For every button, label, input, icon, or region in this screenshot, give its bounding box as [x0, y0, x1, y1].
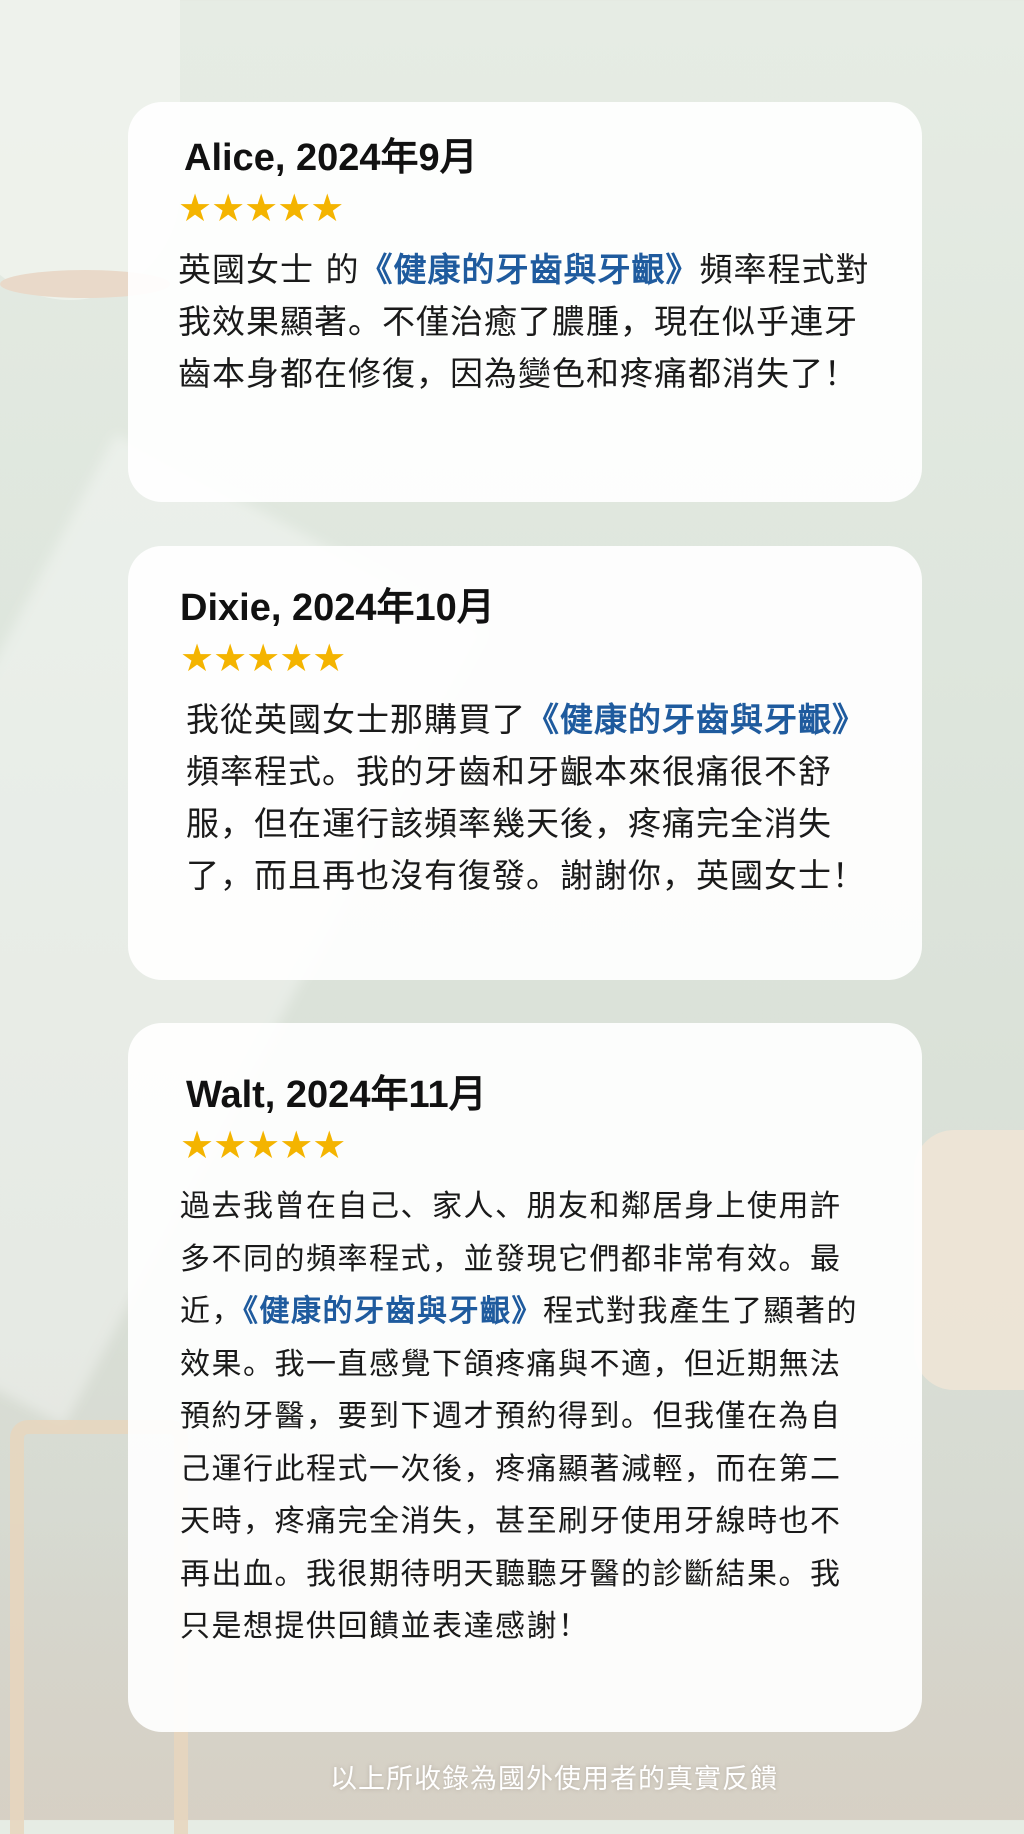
product-name: 《健康的牙齒與牙齦》 — [359, 250, 700, 289]
review-text: 英國女士 的《健康的牙齒與牙齦》頻率程式對我效果顯著。不僅治癒了膿腫，現在似乎連… — [178, 244, 872, 400]
review-text-before: 我從英國女士那購買了 — [186, 700, 526, 739]
review-text-before: 英國女士 的 — [178, 250, 360, 289]
background-cushion — [914, 1130, 1024, 1390]
review-author: Dixie, 2024年10月 — [180, 587, 495, 629]
review-text-after: 頻率程式。我的牙齒和牙齦本來很痛很不舒服，但在運行該頻率幾天後，疼痛完全消失了，… — [186, 752, 866, 895]
review-card: Dixie, 2024年10月 ★★★★★ 我從英國女士那購買了《健康的牙齒與牙… — [128, 546, 922, 980]
review-text: 我從英國女士那購買了《健康的牙齒與牙齦》頻率程式。我的牙齒和牙齦本來很痛很不舒服… — [186, 694, 872, 902]
review-author: Alice, 2024年9月 — [184, 137, 478, 179]
star-rating-icon: ★★★★★ — [178, 186, 344, 230]
product-name: 《健康的牙齒與牙齦》 — [526, 700, 866, 739]
star-rating-icon: ★★★★★ — [180, 1123, 346, 1167]
review-card: Alice, 2024年9月 ★★★★★ 英國女士 的《健康的牙齒與牙齦》頻率程… — [128, 102, 922, 502]
product-name: 《健康的牙齒與牙齦》 — [243, 1294, 543, 1329]
star-rating-icon: ★★★★★ — [180, 636, 346, 680]
review-text-after: 程式對我產生了顯著的效果。我一直感覺下頜疼痛與不適，但近期無法預約牙醫，要到下週… — [180, 1294, 858, 1644]
footer-note: 以上所收錄為國外使用者的真實反饋 — [330, 1764, 778, 1795]
review-author: Walt, 2024年11月 — [186, 1074, 487, 1116]
review-card: Walt, 2024年11月 ★★★★★ 過去我曾在自己、家人、朋友和鄰居身上使… — [128, 1023, 922, 1732]
review-text: 過去我曾在自己、家人、朋友和鄰居身上使用許多不同的頻率程式，並發現它們都非常有效… — [180, 1181, 872, 1654]
